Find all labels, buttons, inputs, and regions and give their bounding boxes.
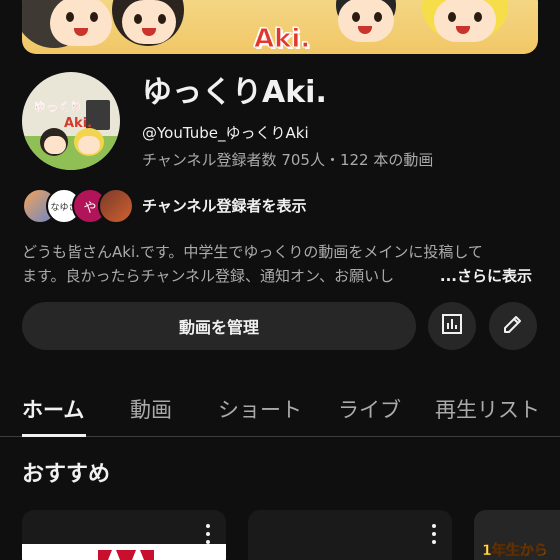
banner-eye	[66, 12, 74, 22]
channel-avatar[interactable]: ゆっくり Aki.	[22, 72, 120, 170]
subscriber-avatar	[98, 188, 134, 224]
pencil-icon	[501, 312, 525, 340]
tab-home[interactable]: ホーム	[22, 394, 84, 424]
banner-character-2-face	[122, 0, 176, 44]
video-card[interactable]: 1年生から	[474, 510, 560, 560]
channel-name: ゆっくりAki.	[142, 75, 327, 110]
banner-eye	[474, 12, 482, 22]
video-card[interactable]	[22, 510, 226, 560]
description-line-truncated: ます。良かったらチャンネル登録、通知オン、お願いし ...さらに表示	[22, 264, 532, 288]
avatar-background-ground	[22, 136, 120, 170]
active-tab-indicator	[22, 434, 86, 437]
tab-videos[interactable]: 動画	[130, 394, 172, 424]
avatar-character-2-face	[78, 136, 100, 154]
banner-character-3-face	[338, 0, 394, 42]
banner-eye	[134, 14, 142, 24]
channel-banner[interactable]: Aki.	[22, 0, 538, 54]
tab-live[interactable]: ライブ	[338, 394, 401, 424]
channel-stats: チャンネル登録者数 705人・122 本の動画	[142, 151, 434, 169]
channel-page: Aki. ゆっくり Aki. ゆっくりAki. @YouTube_ゆっくりAki…	[0, 0, 560, 560]
banner-character-4-face	[434, 0, 496, 42]
channel-description[interactable]: どうも皆さんAki.です。中学生でゆっくりの動画をメインに投稿して ます。良かっ…	[22, 240, 532, 288]
analytics-button[interactable]	[428, 302, 476, 350]
video-thumbnail-text: 1年生から	[482, 543, 548, 560]
video-card[interactable]	[248, 510, 452, 560]
avatar-text-line1: ゆっくり	[34, 100, 83, 114]
analytics-icon	[440, 312, 464, 340]
channel-tabs: ホーム 動画 ショート ライブ 再生リスト	[0, 380, 560, 437]
banner-title-text: Aki.	[253, 24, 311, 54]
avatar-character-1-face	[44, 136, 66, 154]
edit-channel-button[interactable]	[489, 302, 537, 350]
banner-eye	[90, 12, 98, 22]
more-options-icon[interactable]	[426, 524, 442, 544]
tab-shorts[interactable]: ショート	[218, 394, 302, 424]
description-line: ます。良かったらチャンネル登録、通知オン、お願いし	[22, 267, 395, 285]
thumbnail-logo-graphic	[98, 550, 154, 560]
banner-eye	[352, 12, 360, 22]
channel-handle: @YouTube_ゆっくりAki	[142, 124, 309, 142]
tab-playlists[interactable]: 再生リスト	[435, 394, 540, 424]
more-options-icon[interactable]	[200, 524, 216, 544]
manage-videos-button[interactable]: 動画を管理	[22, 302, 416, 350]
banner-character-1-face	[50, 0, 112, 46]
banner-eye	[374, 12, 382, 22]
banner-eye	[448, 12, 456, 22]
section-title: おすすめ	[22, 462, 111, 487]
show-more-link[interactable]: ...さらに表示	[409, 264, 532, 288]
description-line: どうも皆さんAki.です。中学生でゆっくりの動画をメインに投稿して	[22, 243, 483, 261]
view-subscribers-link[interactable]: チャンネル登録者を表示	[142, 195, 307, 216]
banner-eye	[158, 14, 166, 24]
